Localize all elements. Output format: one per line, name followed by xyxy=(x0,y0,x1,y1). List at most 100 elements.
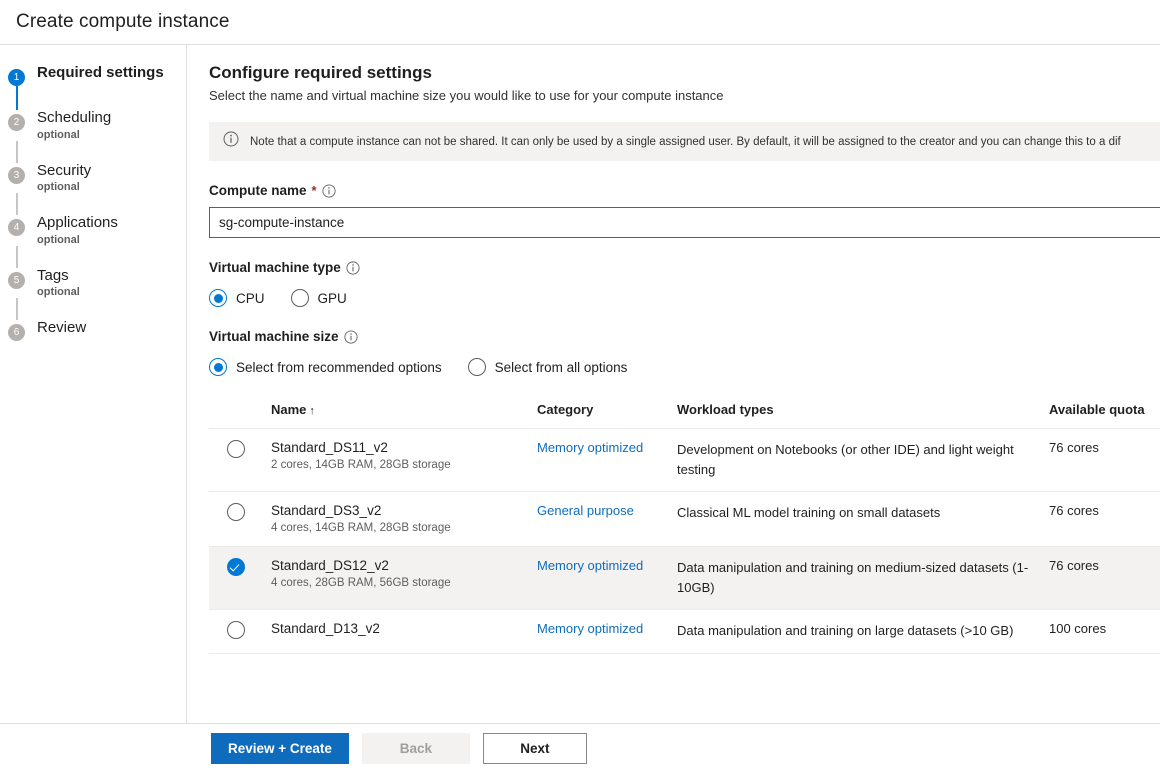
wizard-shell: 1 Required settings 2 Scheduling optiona… xyxy=(0,45,1160,773)
vm-type-label-row: Virtual machine type xyxy=(209,260,1160,275)
radio-mark-cpu xyxy=(209,289,227,307)
step-label-applications: Applications xyxy=(37,215,118,232)
sidebar-item-scheduling[interactable]: 2 Scheduling optional xyxy=(0,110,186,141)
row-workload-cell: Classical ML model training on small dat… xyxy=(677,492,1049,547)
step-badge-2: 2 xyxy=(8,114,25,131)
step-badge-1: 1 xyxy=(8,69,25,86)
back-button: Back xyxy=(362,733,470,764)
sidebar-item-applications[interactable]: 4 Applications optional xyxy=(0,215,186,246)
vm-spec: 2 cores, 14GB RAM, 28GB storage xyxy=(271,459,537,471)
section-heading: Configure required settings xyxy=(209,63,1160,83)
row-quota-cell: 76 cores xyxy=(1049,492,1160,547)
vm-name: Standard_DS12_v2 xyxy=(271,558,537,573)
wizard-step-rail: 1 Required settings 2 Scheduling optiona… xyxy=(0,45,187,773)
category-link[interactable]: Memory optimized xyxy=(537,558,643,573)
row-select-cell[interactable] xyxy=(209,547,271,610)
radio-mark-all xyxy=(468,358,486,376)
step-label-required-settings: Required settings xyxy=(37,65,164,82)
column-header-quota[interactable]: Available quota xyxy=(1049,402,1160,429)
workload-text: Data manipulation and training on large … xyxy=(677,621,1049,641)
step-connector-3 xyxy=(16,193,18,215)
window-titlebar: Create compute instance xyxy=(0,0,1160,45)
radio-vm-size-all[interactable]: Select from all options xyxy=(468,358,628,376)
main-content: Configure required settings Select the n… xyxy=(187,45,1160,773)
column-header-workload[interactable]: Workload types xyxy=(677,402,1049,429)
step-badge-3: 3 xyxy=(8,167,25,184)
step-label-review: Review xyxy=(37,320,86,337)
table-row-selected[interactable]: Standard_DS12_v2 4 cores, 28GB RAM, 56GB… xyxy=(209,547,1160,610)
info-banner-text: Note that a compute instance can not be … xyxy=(250,136,1121,148)
radio-mark-gpu xyxy=(291,289,309,307)
step-sublabel-security: optional xyxy=(37,181,91,193)
vm-type-label: Virtual machine type xyxy=(209,260,341,275)
step-connector-2 xyxy=(16,141,18,163)
quota-text: 76 cores xyxy=(1049,558,1099,573)
step-connector-4 xyxy=(16,246,18,268)
row-quota-cell: 76 cores xyxy=(1049,547,1160,610)
vm-spec: 4 cores, 14GB RAM, 28GB storage xyxy=(271,522,537,534)
next-button[interactable]: Next xyxy=(483,733,587,764)
row-radio-standard-ds3-v2[interactable] xyxy=(227,503,245,521)
column-header-category[interactable]: Category xyxy=(537,402,677,429)
review-create-button[interactable]: Review + Create xyxy=(211,733,349,764)
workload-text: Classical ML model training on small dat… xyxy=(677,503,1049,523)
row-radio-standard-d13-v2[interactable] xyxy=(227,621,245,639)
sidebar-item-review[interactable]: 6 Review xyxy=(0,320,186,341)
vm-size-label-row: Virtual machine size xyxy=(209,329,1160,344)
info-icon xyxy=(223,131,239,152)
category-link[interactable]: Memory optimized xyxy=(537,621,643,636)
info-icon[interactable] xyxy=(322,184,336,198)
quota-text: 76 cores xyxy=(1049,503,1099,518)
compute-name-label: Compute name xyxy=(209,183,307,198)
row-select-cell[interactable] xyxy=(209,610,271,654)
sidebar-item-required-settings[interactable]: 1 Required settings xyxy=(0,65,186,86)
row-radio-standard-ds11-v2[interactable] xyxy=(227,440,245,458)
row-workload-cell: Development on Notebooks (or other IDE) … xyxy=(677,429,1049,492)
vm-spec: 4 cores, 28GB RAM, 56GB storage xyxy=(271,577,537,589)
radio-label-all: Select from all options xyxy=(495,360,628,375)
row-category-cell: Memory optimized xyxy=(537,547,677,610)
table-row[interactable]: Standard_DS3_v2 4 cores, 14GB RAM, 28GB … xyxy=(209,492,1160,547)
row-workload-cell: Data manipulation and training on large … xyxy=(677,610,1049,654)
radio-vm-type-cpu[interactable]: CPU xyxy=(209,289,265,307)
workload-text: Development on Notebooks (or other IDE) … xyxy=(677,440,1049,479)
radio-vm-size-recommended[interactable]: Select from recommended options xyxy=(209,358,442,376)
category-link[interactable]: General purpose xyxy=(537,503,634,518)
compute-name-label-row: Compute name * xyxy=(209,183,1160,198)
info-icon[interactable] xyxy=(344,330,358,344)
vm-name: Standard_D13_v2 xyxy=(271,621,537,636)
table-row[interactable]: Standard_DS11_v2 2 cores, 14GB RAM, 28GB… xyxy=(209,429,1160,492)
table-row[interactable]: Standard_D13_v2 Memory optimized Data ma… xyxy=(209,610,1160,654)
radio-label-cpu: CPU xyxy=(236,291,265,306)
radio-vm-type-gpu[interactable]: GPU xyxy=(291,289,347,307)
step-sublabel-applications: optional xyxy=(37,234,118,246)
compute-name-input[interactable] xyxy=(209,207,1160,238)
column-header-select xyxy=(209,402,271,429)
vm-type-radio-group: CPU GPU xyxy=(209,289,1160,307)
category-link[interactable]: Memory optimized xyxy=(537,440,643,455)
sidebar-item-tags[interactable]: 5 Tags optional xyxy=(0,268,186,299)
vm-type-field-group: Virtual machine type CPU GPU xyxy=(209,260,1160,307)
vm-name: Standard_DS3_v2 xyxy=(271,503,537,518)
vm-size-field-group: Virtual machine size Select from recomme… xyxy=(209,329,1160,376)
row-select-cell[interactable] xyxy=(209,492,271,547)
row-radio-standard-ds12-v2-selected[interactable] xyxy=(227,558,245,576)
step-badge-6: 6 xyxy=(8,324,25,341)
row-select-cell[interactable] xyxy=(209,429,271,492)
step-label-scheduling: Scheduling xyxy=(37,110,111,127)
step-label-tags: Tags xyxy=(37,268,80,285)
step-badge-4: 4 xyxy=(8,219,25,236)
info-icon[interactable] xyxy=(346,261,360,275)
row-workload-cell: Data manipulation and training on medium… xyxy=(677,547,1049,610)
step-sublabel-tags: optional xyxy=(37,286,80,298)
sidebar-item-security[interactable]: 3 Security optional xyxy=(0,163,186,194)
row-name-cell: Standard_D13_v2 xyxy=(271,610,537,654)
table-header-row: Name↑ Category Workload types Available … xyxy=(209,402,1160,429)
required-marker: * xyxy=(312,183,317,198)
step-badge-5: 5 xyxy=(8,272,25,289)
step-connector-5 xyxy=(16,298,18,320)
step-label-security: Security xyxy=(37,163,91,180)
row-quota-cell: 76 cores xyxy=(1049,429,1160,492)
radio-mark-recommended xyxy=(209,358,227,376)
column-header-name[interactable]: Name↑ xyxy=(271,402,537,429)
